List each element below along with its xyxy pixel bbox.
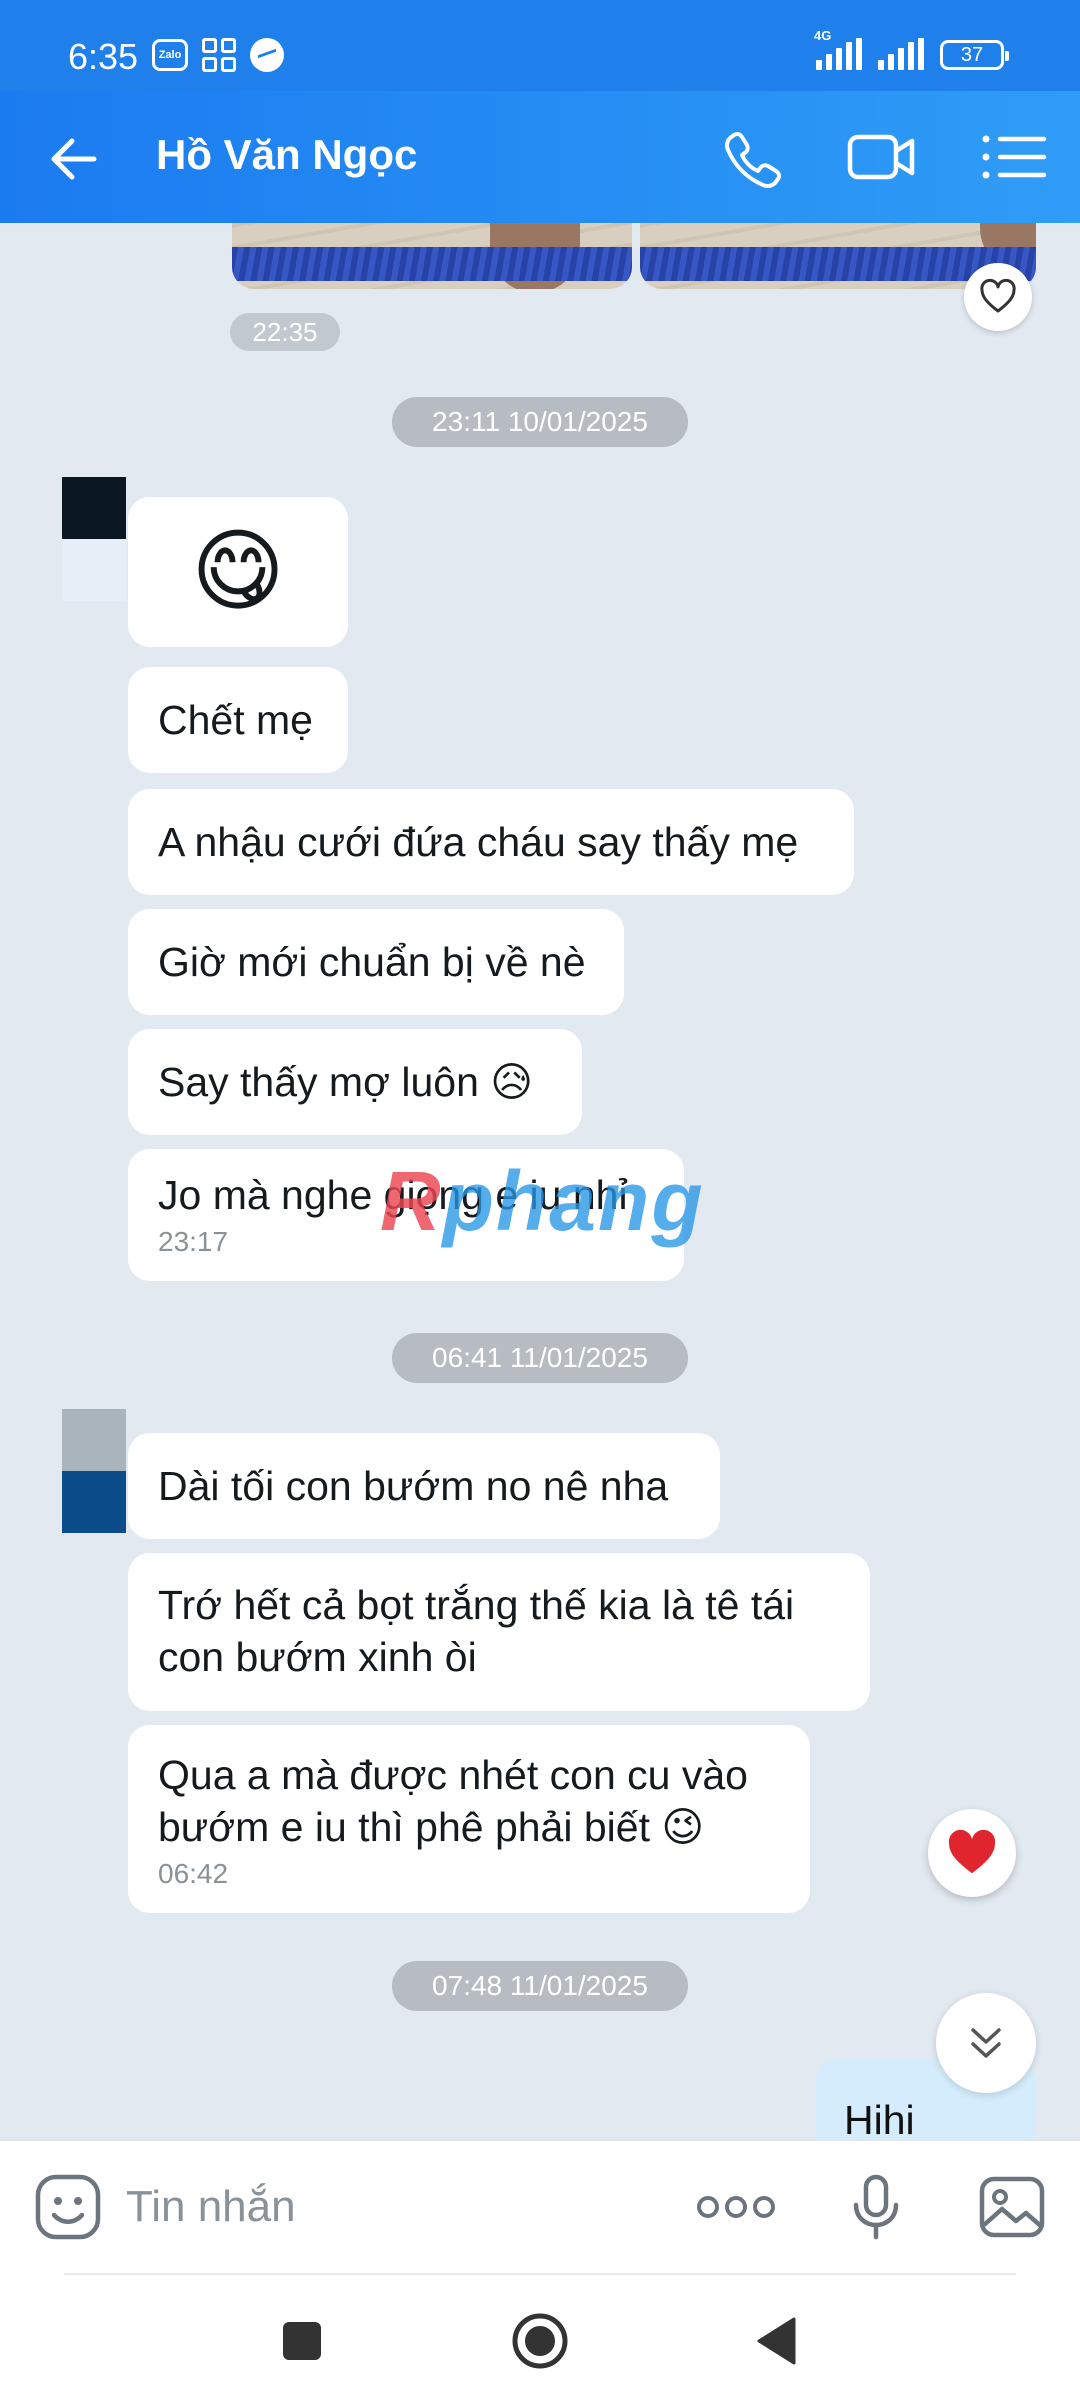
image-gallery-icon [979,2176,1045,2238]
message-text: 😋 [191,522,285,622]
send-image-button[interactable] [976,2171,1048,2243]
message-text: Giờ mới chuẩn bị về nè [158,939,586,985]
apps-notification-icon [202,38,236,72]
scroll-to-bottom-button[interactable] [936,1993,1036,2093]
smiley-face-icon [35,2174,101,2240]
phone-icon [724,131,782,189]
microphone-icon [853,2174,899,2240]
system-back-button[interactable] [746,2309,810,2373]
list-menu-icon [982,135,1047,179]
react-heart-button[interactable] [964,263,1032,331]
message-text: Dài tối con bướm no nê nha [158,1463,669,1509]
message-text: Chết mẹ [158,697,313,743]
back-button[interactable] [44,129,104,189]
message-input[interactable] [126,2171,646,2243]
network-type: 4G [814,28,832,43]
message-bubble[interactable]: Giờ mới chuẩn bị về nè [128,909,624,1015]
recent-apps-button[interactable] [270,2309,334,2373]
contact-name[interactable]: Hồ Văn Ngọc [156,131,417,179]
date-separator: 06:41 11/01/2025 [392,1333,688,1383]
message-bubble[interactable]: Dài tối con bướm no nê nha [128,1433,720,1539]
system-navigation-bar [0,2273,1080,2400]
message-text: A nhậu cưới đứa cháu say thấy mẹ [158,819,799,865]
heart-outline-icon [980,278,1016,313]
message-text: Say thấy mợ luôn 😥 [158,1059,534,1105]
video-call-button[interactable] [846,121,918,193]
message-text: Trớ hết cả bọt trắng thế kia là tê tái c… [158,1582,795,1680]
message-bubble[interactable]: Qua a mà được nhét con cu vào bướm e iu … [128,1725,810,1913]
double-chevron-down-icon [971,2028,1001,2058]
messenger-notification-icon [250,38,284,72]
message-input-bar [0,2139,1080,2273]
heart-filled-icon [948,1829,996,1874]
chat-messages[interactable]: 22:35 23:11 10/01/2025 😋 Chết mẹ A nhậu … [0,223,1080,2139]
chat-header: Hồ Văn Ngọc [0,91,1080,223]
mobile-signal-icon: 4G [814,28,862,70]
message-time: 22:35 [230,313,340,351]
date-separator: 07:48 11/01/2025 [392,1961,688,2011]
sticker-button[interactable] [32,2171,104,2243]
message-bubble[interactable]: Jo mà nghe giọng e iu nhỉ 23:17 [128,1149,684,1281]
home-button[interactable] [508,2309,572,2373]
message-bubble[interactable]: Chết mẹ [128,667,348,773]
home-circle-icon [512,2313,568,2369]
contact-avatar[interactable] [62,1409,126,1533]
status-bar: 6:35 Zalo 4G 37 [0,0,1080,91]
chat-options-button[interactable] [978,121,1050,193]
triangle-back-icon [757,2317,796,2365]
message-text: Jo mà nghe giọng e iu nhỉ [158,1172,628,1218]
video-camera-icon [847,134,915,180]
voice-message-button[interactable] [840,2171,912,2243]
heart-reaction-button[interactable] [928,1809,1016,1897]
message-text: Qua a mà được nhét con cu vào bướm e iu … [158,1752,748,1850]
message-time: 06:42 [158,1858,229,1889]
message-time: 23:17 [158,1226,229,1257]
message-bubble[interactable]: 😋 [128,497,348,647]
voice-call-button[interactable] [714,121,786,193]
message-text: Hihi [844,2097,915,2139]
shared-photo[interactable] [232,223,632,289]
contact-avatar[interactable] [62,477,126,601]
message-bubble[interactable]: Say thấy mợ luôn 😥 [128,1029,582,1135]
zalo-notification-icon: Zalo [152,39,188,71]
battery-icon: 37 [940,40,1009,70]
square-icon [283,2322,321,2360]
status-time: 6:35 [68,36,139,77]
more-options-button[interactable] [694,2187,778,2227]
arrow-left-icon [51,138,97,180]
message-bubble[interactable]: Trớ hết cả bọt trắng thế kia là tê tái c… [128,1553,870,1711]
message-bubble[interactable]: A nhậu cưới đứa cháu say thấy mẹ [128,789,854,895]
mobile-signal-2-icon [878,38,924,70]
more-dots-icon [697,2196,775,2218]
date-separator: 23:11 10/01/2025 [392,397,688,447]
